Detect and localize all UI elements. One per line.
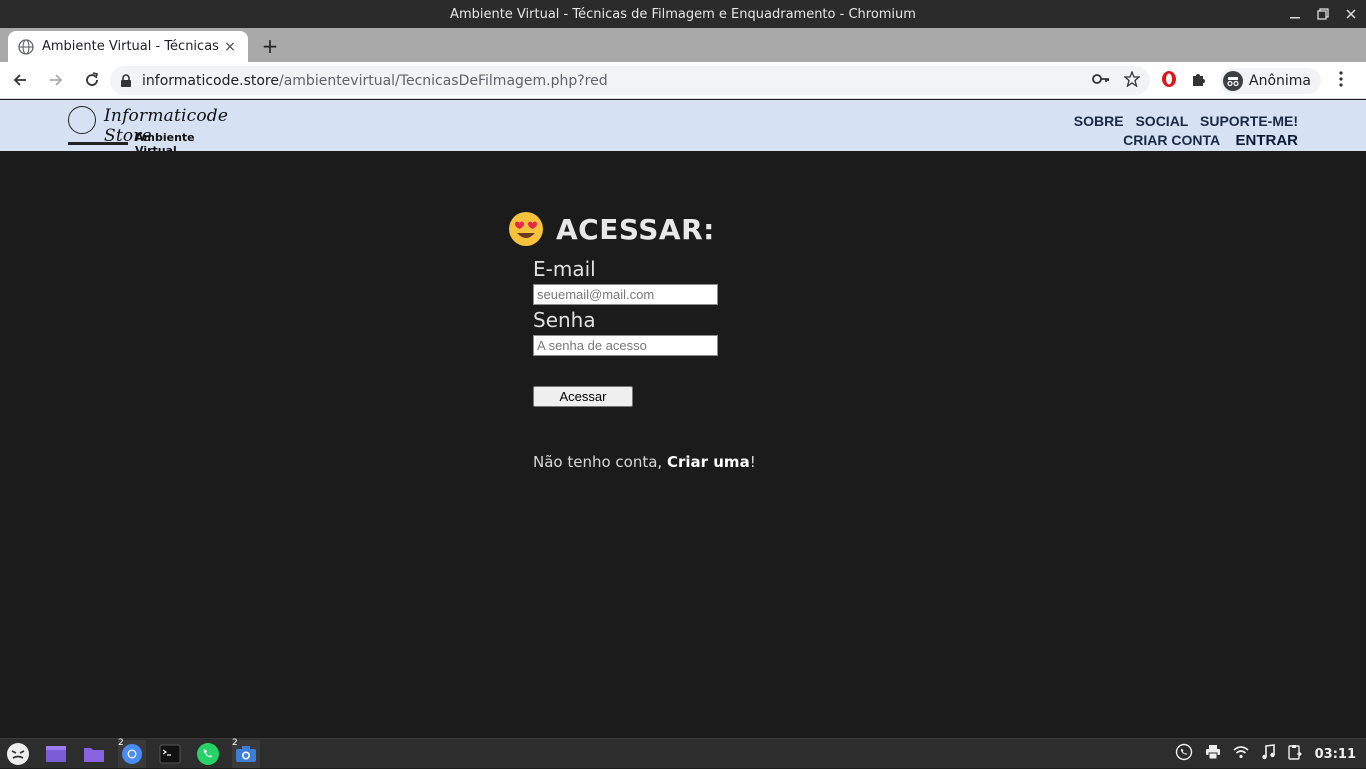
email-field[interactable]	[533, 284, 718, 305]
chromium-icon	[122, 744, 142, 764]
close-icon[interactable]	[1344, 7, 1358, 21]
window-controls	[1288, 0, 1358, 28]
music-note-icon[interactable]	[1261, 744, 1275, 764]
url-host: informaticode.store	[142, 72, 279, 89]
extensions-puzzle-icon[interactable]	[1190, 70, 1208, 92]
nav-entrar[interactable]: ENTRAR	[1236, 132, 1299, 149]
back-button[interactable]	[4, 64, 36, 96]
logo-emblem-icon	[68, 106, 96, 134]
clipboard-icon[interactable]	[1287, 744, 1303, 764]
chromium-window-count: 2	[118, 738, 124, 748]
window-title: Ambiente Virtual - Técnicas de Filmagem …	[450, 6, 916, 22]
minimize-icon[interactable]	[1288, 7, 1302, 21]
forward-button[interactable]	[40, 64, 72, 96]
tab-ambiente-virtual[interactable]: Ambiente Virtual - Técnicas de ×	[8, 31, 248, 62]
senha-label: Senha	[533, 308, 596, 332]
incognito-icon	[1223, 70, 1243, 91]
site-nav: SOBRE SOCIAL SUPORTE-ME! CRIAR CONTA ENT…	[1066, 112, 1298, 150]
os-taskbar: 2 2 03:11	[0, 738, 1366, 768]
tab-strip: Ambiente Virtual - Técnicas de × +	[0, 28, 1366, 62]
no-account-suffix: !	[749, 453, 756, 471]
nav-suporte[interactable]: SUPORTE-ME!	[1200, 113, 1298, 129]
taskbar-window-app[interactable]	[42, 740, 70, 768]
logo-underline	[68, 142, 128, 145]
wifi-icon[interactable]	[1233, 745, 1249, 763]
create-account-link[interactable]: Criar uma	[667, 453, 750, 471]
login-heading: ACESSAR:	[508, 211, 715, 247]
arrow-right-icon	[50, 74, 63, 86]
nav-sobre[interactable]: SOBRE	[1074, 113, 1124, 129]
whatsapp-tray-icon[interactable]	[1175, 743, 1193, 765]
nav-social[interactable]: SOCIAL	[1135, 113, 1188, 129]
printer-icon[interactable]	[1205, 744, 1221, 764]
taskbar-files[interactable]	[80, 740, 108, 768]
password-field[interactable]	[533, 335, 718, 356]
system-tray: 03:11	[1175, 739, 1356, 769]
whatsapp-icon	[197, 743, 219, 765]
email-label: E-mail	[533, 257, 596, 281]
page-title: ACESSAR:	[556, 212, 715, 246]
reload-icon	[86, 72, 98, 86]
reload-button[interactable]	[76, 64, 108, 96]
menu-face-icon	[7, 743, 29, 765]
os-titlebar: Ambiente Virtual - Técnicas de Filmagem …	[0, 0, 1366, 28]
opera-extension-icon[interactable]	[1160, 70, 1178, 92]
menu-dots-icon[interactable]	[1339, 70, 1343, 91]
star-icon[interactable]	[1123, 69, 1141, 91]
taskbar-chromium[interactable]: 2	[118, 738, 146, 768]
lock-icon	[120, 73, 132, 88]
url-path: /ambientevirtual/TecnicasDeFilmagem.php?…	[279, 72, 608, 89]
heart-eyes-emoji-icon	[508, 211, 544, 247]
folder-icon	[84, 748, 104, 762]
window-app-icon	[46, 746, 66, 762]
tab-close-icon[interactable]: ×	[222, 39, 238, 55]
omnibox-icons	[1092, 66, 1141, 95]
nav-criar-conta[interactable]: CRIAR CONTA	[1123, 132, 1219, 148]
clock[interactable]: 03:11	[1315, 747, 1356, 762]
toolbar-right: Anônima	[1160, 66, 1343, 95]
tab-title: Ambiente Virtual - Técnicas de	[42, 39, 222, 54]
taskbar-terminal[interactable]	[156, 740, 184, 768]
no-account-prefix: Não tenho conta,	[533, 453, 667, 471]
start-menu-button[interactable]	[4, 740, 32, 768]
arrow-left-icon	[13, 74, 26, 86]
incognito-profile-button[interactable]: Anônima	[1220, 67, 1321, 94]
camera-icon	[236, 746, 256, 762]
acessar-button[interactable]: Acessar	[533, 386, 633, 407]
profile-label: Anônima	[1249, 72, 1311, 89]
camera-window-count: 2	[232, 738, 238, 748]
taskbar-screenshot[interactable]: 2	[232, 738, 260, 768]
address-bar[interactable]: informaticode.store/ambientevirtual/Tecn…	[110, 66, 1150, 95]
terminal-icon	[159, 744, 181, 764]
site-logo[interactable]: Informaticode Store Ambiente Virtual	[68, 104, 228, 157]
taskbar-apps: 2 2	[4, 738, 260, 769]
taskbar-whatsapp[interactable]	[194, 740, 222, 768]
globe-icon	[18, 38, 34, 55]
key-icon[interactable]	[1092, 73, 1110, 89]
maximize-icon[interactable]	[1316, 7, 1330, 21]
main-content: ACESSAR: E-mail Senha Acessar Não tenho …	[0, 151, 1366, 738]
new-tab-button[interactable]: +	[258, 34, 282, 58]
site-header: Informaticode Store Ambiente Virtual SOB…	[0, 100, 1366, 157]
browser-toolbar: informaticode.store/ambientevirtual/Tecn…	[0, 62, 1366, 99]
no-account-text: Não tenho conta, Criar uma!	[533, 453, 756, 471]
